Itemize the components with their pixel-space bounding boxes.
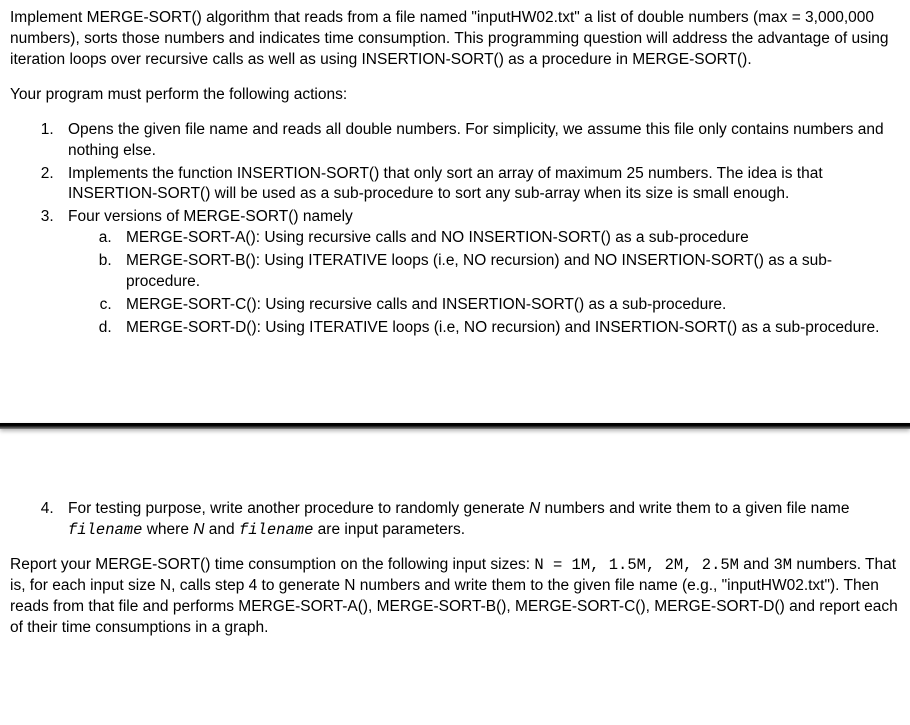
step-4-var-n: N: [529, 500, 540, 517]
step-1-text: Opens the given file name and reads all …: [68, 121, 884, 159]
footer-text-b: and: [739, 556, 773, 573]
step-3a: MERGE-SORT-A(): Using recursive calls an…: [116, 228, 900, 249]
footer-sizes: N = 1M, 1.5M, 2M, 2.5M: [534, 556, 739, 574]
step-3d: MERGE-SORT-D(): Using ITERATIVE loops (i…: [116, 318, 900, 339]
step-4-var-filename2: filename: [239, 521, 313, 539]
step-4-var-n2: N: [193, 521, 204, 538]
page-spacer-bottom: [10, 429, 900, 499]
step-3c-text: MERGE-SORT-C(): Using recursive calls an…: [126, 296, 726, 313]
step-4-text-a: For testing purpose, write another proce…: [68, 500, 529, 517]
step-3b-text: MERGE-SORT-B(): Using ITERATIVE loops (i…: [126, 252, 832, 290]
step-3a-text: MERGE-SORT-A(): Using recursive calls an…: [126, 229, 749, 246]
step-3c: MERGE-SORT-C(): Using recursive calls an…: [116, 295, 900, 316]
intro-text-2: Your program must perform the following …: [10, 86, 347, 103]
step-3-text: Four versions of MERGE-SORT() namely: [68, 208, 353, 225]
step-3b: MERGE-SORT-B(): Using ITERATIVE loops (i…: [116, 251, 900, 293]
footer-paragraph: Report your MERGE-SORT() time consumptio…: [10, 555, 900, 639]
step-4-var-filename: filename: [68, 521, 142, 539]
step-2: Implements the function INSERTION-SORT()…: [58, 164, 900, 206]
footer-text-a: Report your MERGE-SORT() time consumptio…: [10, 556, 534, 573]
step-3-sublist: MERGE-SORT-A(): Using recursive calls an…: [68, 228, 900, 339]
step-4-text-d: and: [204, 521, 238, 538]
step-3: Four versions of MERGE-SORT() namely MER…: [58, 207, 900, 339]
intro-paragraph-2: Your program must perform the following …: [10, 85, 900, 106]
step-1: Opens the given file name and reads all …: [58, 120, 900, 162]
step-3d-text: MERGE-SORT-D(): Using ITERATIVE loops (i…: [126, 319, 879, 336]
step-4-text-c: where: [142, 521, 193, 538]
step-2-text: Implements the function INSERTION-SORT()…: [68, 165, 823, 203]
page-spacer-top: [10, 353, 900, 423]
footer-last-size: 3M: [773, 556, 792, 574]
step-4-text-e: are input parameters.: [313, 521, 465, 538]
main-steps-list-continued: For testing purpose, write another proce…: [10, 499, 900, 541]
intro-paragraph-1: Implement MERGE-SORT() algorithm that re…: [10, 8, 900, 71]
intro-text-1: Implement MERGE-SORT() algorithm that re…: [10, 9, 889, 68]
step-4: For testing purpose, write another proce…: [58, 499, 900, 541]
step-4-text-b: numbers and write them to a given file n…: [540, 500, 849, 517]
main-steps-list: Opens the given file name and reads all …: [10, 120, 900, 339]
